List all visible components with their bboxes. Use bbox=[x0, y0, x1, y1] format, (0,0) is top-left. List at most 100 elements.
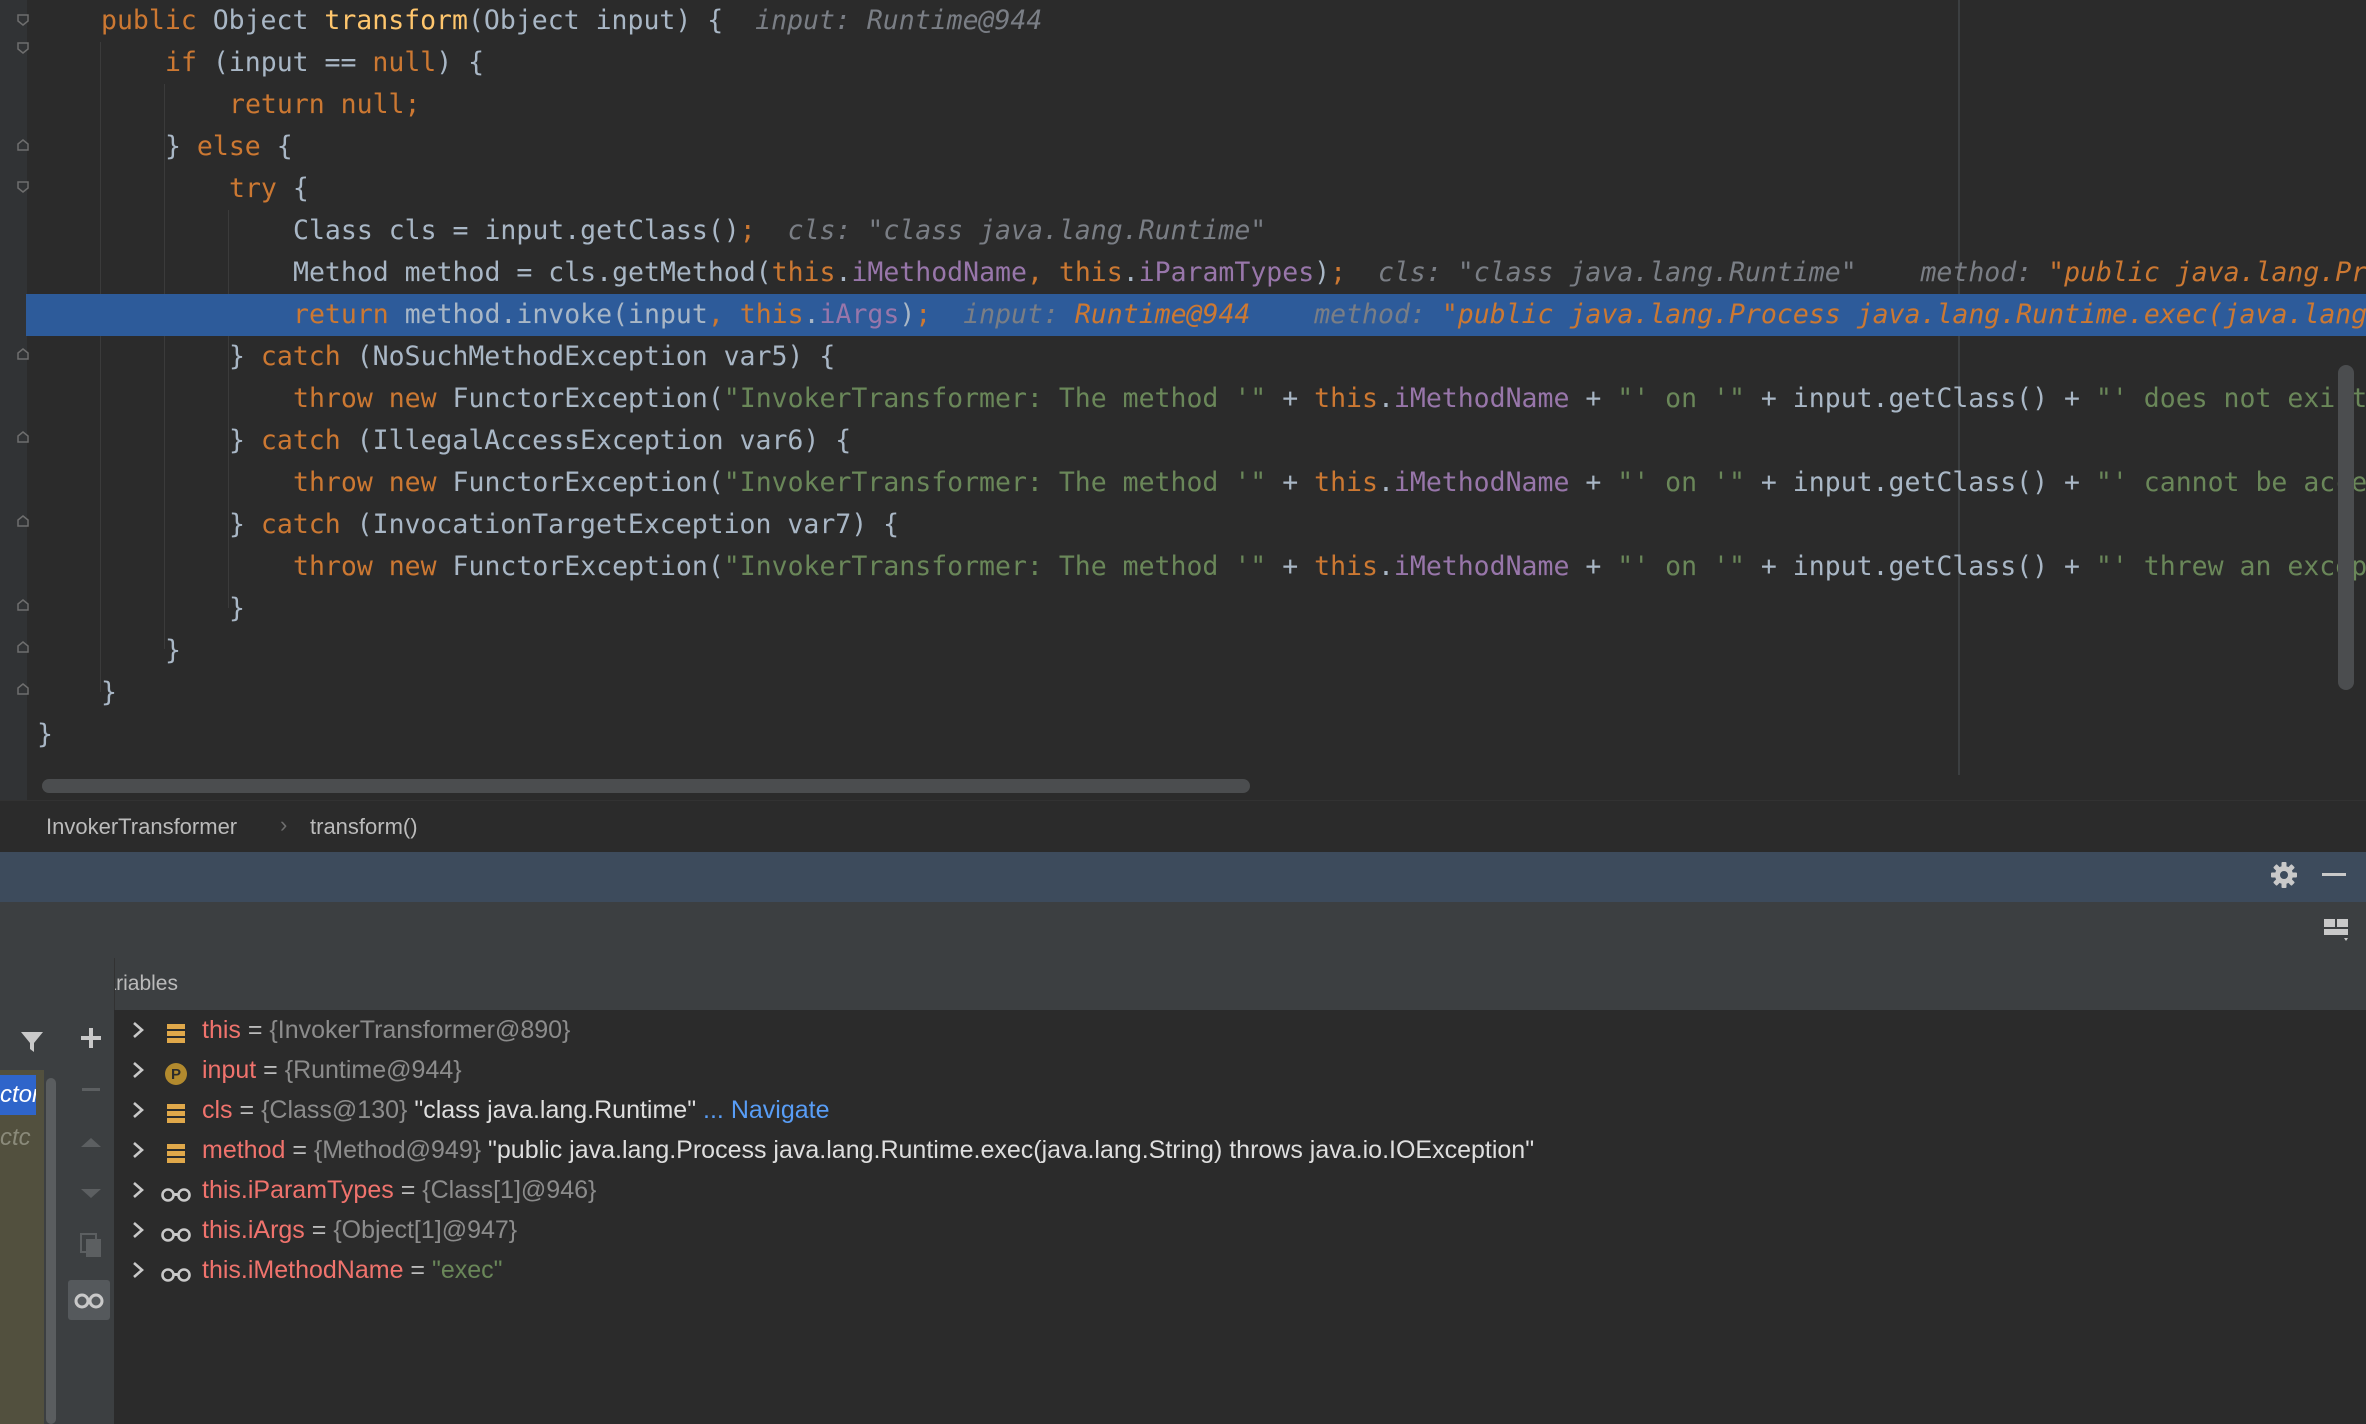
fold-marker-icon[interactable] bbox=[16, 13, 30, 27]
code-token: this bbox=[1314, 383, 1378, 414]
variable-name: this.iParamTypes bbox=[202, 1176, 394, 1204]
code-line[interactable]: } catch (InvocationTargetException var7)… bbox=[37, 504, 2366, 546]
frame-item-selected[interactable]: ctor bbox=[0, 1075, 36, 1115]
code-editor[interactable]: public Object transform(Object input) { … bbox=[0, 0, 2366, 800]
variable-row[interactable]: cls = {Class@130} "class java.lang.Runti… bbox=[114, 1090, 2366, 1130]
code-token: transform bbox=[324, 5, 468, 36]
watches-toggle-icon[interactable] bbox=[68, 1280, 110, 1320]
variable-type: {Class[1]@946} bbox=[422, 1176, 597, 1204]
field-icon bbox=[164, 1138, 188, 1163]
code-token: + input.getClass() + bbox=[1744, 467, 2096, 498]
code-token: + bbox=[1266, 467, 1315, 498]
variable-row[interactable]: this.iMethodName = "exec" bbox=[114, 1250, 2366, 1290]
code-token: iMethodName bbox=[1393, 551, 1570, 582]
chevron-right-icon[interactable] bbox=[128, 1210, 148, 1250]
code-line[interactable]: throw new FunctorException("InvokerTrans… bbox=[37, 378, 2366, 420]
code-line[interactable]: } bbox=[37, 714, 2366, 756]
code-line[interactable]: } else { bbox=[37, 126, 2366, 168]
fold-marker-icon[interactable] bbox=[16, 180, 30, 194]
code-line-execution-point[interactable]: return method.invoke(input, this.iArgs);… bbox=[26, 294, 2366, 336]
layout-settings-icon[interactable] bbox=[2322, 916, 2352, 942]
code-token: throw new bbox=[293, 551, 453, 582]
code-line[interactable]: if (input == null) { bbox=[37, 42, 2366, 84]
minimize-icon[interactable] bbox=[2322, 873, 2346, 876]
code-token: "InvokerTransformer: The method '" bbox=[723, 551, 1267, 582]
variable-name: method bbox=[202, 1136, 286, 1164]
fold-marker-icon[interactable] bbox=[16, 41, 30, 55]
code-token: "InvokerTransformer: The method '" bbox=[723, 467, 1267, 498]
copy-icon[interactable] bbox=[74, 1228, 108, 1262]
variable-row[interactable]: Pinput = {Runtime@944} bbox=[114, 1050, 2366, 1090]
code-line[interactable]: return null; bbox=[37, 84, 2366, 126]
inline-debug-value: "public java.lang.Process java.lang.Runt… bbox=[1441, 299, 2366, 330]
code-line[interactable]: } catch (NoSuchMethodException var5) { bbox=[37, 336, 2366, 378]
fold-marker-icon[interactable] bbox=[16, 598, 30, 612]
variable-name: cls bbox=[202, 1096, 233, 1124]
code-token: iMethodName bbox=[1393, 467, 1570, 498]
filter-icon[interactable] bbox=[18, 1028, 46, 1056]
variable-row[interactable]: this.iArgs = {Object[1]@947} bbox=[114, 1210, 2366, 1250]
inline-debug-value: Runtime@944 bbox=[1074, 299, 1251, 330]
variable-row[interactable]: this.iParamTypes = {Class[1]@946} bbox=[114, 1170, 2366, 1210]
chevron-right-icon[interactable] bbox=[128, 1130, 148, 1170]
code-line[interactable]: } bbox=[37, 672, 2366, 714]
code-token: ; bbox=[739, 215, 756, 246]
gear-icon[interactable] bbox=[2268, 859, 2300, 891]
code-line[interactable]: Method method = cls.getMethod(this.iMeth… bbox=[37, 252, 2366, 294]
inline-debug-value: cls: "class java.lang.Runtime" bbox=[787, 215, 1267, 246]
breadcrumb-method[interactable]: transform() bbox=[310, 814, 418, 840]
code-token: this bbox=[739, 299, 804, 330]
horizontal-scrollbar-thumb[interactable] bbox=[42, 779, 1250, 793]
code-token: { bbox=[292, 173, 309, 204]
code-token: } bbox=[101, 677, 117, 708]
code-token: this bbox=[1314, 551, 1378, 582]
move-down-icon[interactable] bbox=[74, 1176, 108, 1210]
navigate-link[interactable]: ... Navigate bbox=[696, 1096, 829, 1124]
fold-marker-icon[interactable] bbox=[16, 430, 30, 444]
code-line[interactable]: } catch (IllegalAccessException var6) { bbox=[37, 420, 2366, 462]
code-token: + bbox=[1569, 467, 1618, 498]
variable-text: this.iMethodName = "exec" bbox=[202, 1250, 503, 1290]
fold-marker-icon[interactable] bbox=[16, 682, 30, 696]
code-line[interactable]: throw new FunctorException("InvokerTrans… bbox=[37, 462, 2366, 504]
chevron-right-icon[interactable] bbox=[128, 1170, 148, 1210]
code-token: iMethodName bbox=[1393, 383, 1570, 414]
code-line[interactable]: public Object transform(Object input) { … bbox=[37, 0, 2366, 42]
chevron-right-icon[interactable] bbox=[128, 1250, 148, 1290]
fold-marker-icon[interactable] bbox=[16, 347, 30, 361]
code-token: (InvocationTargetException var7) { bbox=[356, 509, 900, 540]
variable-equals: = bbox=[240, 1016, 270, 1044]
variable-text: this.iParamTypes = {Class[1]@946} bbox=[202, 1170, 596, 1210]
remove-watch-icon[interactable] bbox=[74, 1072, 108, 1106]
variables-panel-title: Variables bbox=[66, 958, 2366, 1011]
code-token: } bbox=[229, 425, 261, 456]
fold-marker-icon[interactable] bbox=[16, 640, 30, 654]
move-up-icon[interactable] bbox=[74, 1126, 108, 1160]
variable-row[interactable]: this = {InvokerTransformer@890} bbox=[114, 1010, 2366, 1050]
code-token: , bbox=[1026, 257, 1059, 288]
watch-icon bbox=[160, 1218, 192, 1242]
code-line[interactable]: try { bbox=[37, 168, 2366, 210]
frame-item[interactable]: ctc bbox=[0, 1118, 36, 1158]
code-token: { bbox=[276, 131, 293, 162]
frames-scrollbar-thumb[interactable] bbox=[46, 1078, 56, 1424]
breadcrumb-separator-icon: › bbox=[280, 812, 288, 837]
code-line[interactable]: throw new FunctorException("InvokerTrans… bbox=[37, 546, 2366, 588]
vertical-scrollbar-thumb[interactable] bbox=[2338, 365, 2354, 690]
fold-marker-icon[interactable] bbox=[16, 138, 30, 152]
code-line[interactable]: Class cls = input.getClass(); cls: "clas… bbox=[37, 210, 2366, 252]
code-token: } bbox=[229, 593, 245, 624]
breadcrumb-class[interactable]: InvokerTransformer bbox=[46, 814, 237, 840]
chevron-right-icon[interactable] bbox=[128, 1050, 148, 1090]
chevron-right-icon[interactable] bbox=[128, 1090, 148, 1130]
fold-marker-icon[interactable] bbox=[16, 514, 30, 528]
chevron-right-icon[interactable] bbox=[128, 1010, 148, 1050]
code-line[interactable]: } bbox=[37, 588, 2366, 630]
code-token: "' on '" bbox=[1617, 551, 1745, 582]
variable-equals: = bbox=[393, 1176, 423, 1204]
variable-row[interactable]: method = {Method@949} "public java.lang.… bbox=[114, 1130, 2366, 1170]
code-line[interactable]: } bbox=[37, 630, 2366, 672]
add-watch-icon[interactable] bbox=[74, 1021, 108, 1055]
